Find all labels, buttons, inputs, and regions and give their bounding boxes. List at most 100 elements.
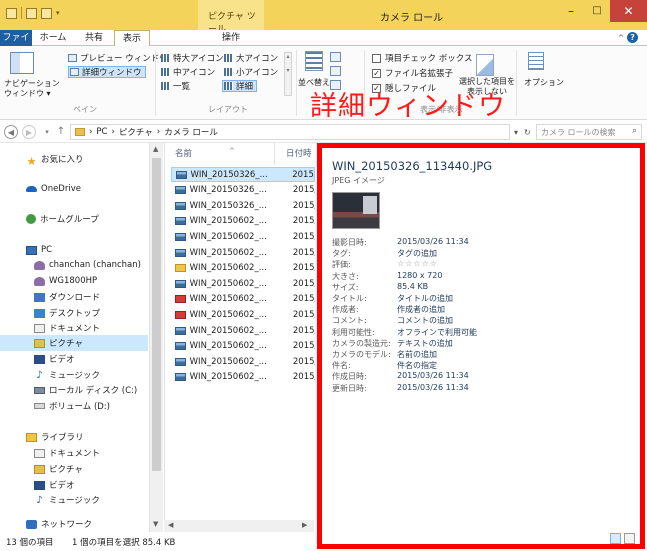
details-pane-button[interactable]: 詳細ウィンドウ (68, 66, 146, 78)
scrollbar-thumb[interactable] (152, 158, 161, 471)
nav-local-disk[interactable]: ローカル ディスク (C:) (0, 382, 148, 398)
property-value[interactable]: 2015/03/26 11:34 (397, 371, 469, 382)
sort-by-icon[interactable] (305, 51, 323, 71)
property-value[interactable]: テキストの追加 (397, 338, 453, 349)
nav-network[interactable]: ネットワーク (0, 516, 148, 532)
close-button[interactable]: ✕ (610, 0, 647, 22)
nav-videos[interactable]: ビデオ (0, 351, 148, 367)
help-button[interactable]: ^ ? (618, 32, 640, 43)
details-view-icon[interactable] (610, 533, 621, 544)
nav-libraries[interactable]: ライブラリ (0, 429, 148, 445)
property-value[interactable]: 1280 x 720 (397, 271, 442, 282)
layout-small-icons[interactable]: 小アイコン (224, 66, 278, 78)
property-value[interactable]: 2015/03/26 11:34 (397, 237, 469, 248)
nav-homegroup[interactable]: ホームグループ (0, 211, 148, 227)
property-value[interactable]: 85.4 KB (397, 282, 428, 293)
file-row[interactable]: WIN_20150602_... 2015/0 (171, 229, 315, 244)
address-dropdown-icon[interactable]: ▾ (514, 128, 518, 137)
properties-icon[interactable] (26, 7, 37, 19)
file-row[interactable]: WIN_20150602_... 2015/0 (171, 339, 315, 354)
nav-pc[interactable]: PC (0, 242, 148, 258)
nav-music[interactable]: ♪ ミュージック (0, 367, 148, 383)
breadcrumb-camera-roll[interactable]: カメラ ロール (164, 126, 218, 138)
file-row[interactable]: WIN_20150602_... 2015/0 (171, 370, 315, 385)
address-bar[interactable]: › PC › ピクチャ › カメラ ロール (70, 124, 510, 140)
nav-desktop[interactable]: デスクトップ (0, 305, 148, 321)
nav-lib-documents[interactable]: ドキュメント (0, 445, 148, 461)
navigation-scrollbar[interactable]: ▲ ▼ (149, 143, 163, 532)
nav-volume[interactable]: ボリューム (D:) (0, 398, 148, 414)
layout-list[interactable]: 一覧 (161, 80, 190, 92)
property-value[interactable]: タイトルの追加 (397, 293, 453, 304)
file-row[interactable]: WIN_20150602_... 2015/0 (171, 323, 315, 338)
file-extensions-toggle[interactable]: ✓ ファイル名拡張子 (372, 67, 453, 79)
property-value[interactable]: 件名の指定 (397, 360, 437, 371)
file-row[interactable]: WIN_20150602_... 2015/0 (171, 214, 315, 229)
file-row[interactable]: WIN_20150602_... 2015/0 (171, 354, 315, 369)
nav-downloads[interactable]: ダウンロード (0, 289, 148, 305)
layout-large-icons[interactable]: 大アイコン (224, 52, 278, 64)
checkbox[interactable] (372, 53, 381, 63)
breadcrumb-pc[interactable]: PC (96, 127, 107, 137)
chevron-up-icon[interactable]: ^ (618, 34, 624, 42)
up-button[interactable]: ↑ (54, 125, 68, 139)
minimize-button[interactable]: – (558, 0, 584, 22)
nav-onedrive[interactable]: OneDrive (0, 181, 148, 197)
tab-manage[interactable]: 操作 (208, 30, 254, 46)
property-value[interactable]: 2015/03/26 11:34 (397, 383, 469, 394)
large-icons-view-icon[interactable] (624, 533, 635, 544)
item-checkboxes-toggle[interactable]: 項目チェック ボックス (372, 52, 472, 64)
back-button[interactable]: ◀ (4, 125, 18, 139)
tab-home[interactable]: ホーム (34, 30, 72, 46)
scroll-left-arrow[interactable]: ◀ (168, 521, 173, 529)
file-list-horizontal-scrollbar[interactable]: ◀ ▶ (164, 520, 314, 532)
layout-medium-icons[interactable]: 中アイコン (161, 66, 215, 78)
help-icon[interactable]: ? (627, 32, 639, 43)
file-row[interactable]: WIN_20150602_... 2015/0 (171, 292, 315, 307)
file-row[interactable]: WIN_20150602_... 2015/0 (171, 261, 315, 276)
nav-lib-pictures[interactable]: ピクチャ (0, 461, 148, 477)
property-value[interactable]: コメントの追加 (397, 315, 453, 326)
property-value[interactable]: タグの追加 (397, 248, 437, 259)
preview-pane-button[interactable]: プレビュー ウィンドウ (68, 52, 168, 64)
tab-view[interactable]: 表示 (114, 30, 150, 46)
recent-locations-button[interactable]: ▾ (40, 125, 54, 139)
forward-button[interactable]: ▶ (22, 125, 36, 139)
layout-details[interactable]: 詳細 (222, 80, 258, 92)
layout-gallery-scroll[interactable]: ▴ ▾ (284, 52, 292, 96)
refresh-icon[interactable]: ↻ (524, 128, 531, 137)
nav-device[interactable]: WG1800HP (0, 273, 148, 289)
search-icon[interactable]: ⌕ (632, 126, 637, 136)
tab-share[interactable]: 共有 (76, 30, 112, 46)
nav-documents[interactable]: ドキュメント (0, 320, 148, 336)
file-row[interactable]: WIN_20150326_... 2015/0 (171, 198, 315, 213)
nav-favorites[interactable]: ★ お気に入り (0, 151, 148, 168)
nav-lib-music[interactable]: ♪ ミュージック (0, 492, 148, 508)
breadcrumb-pictures[interactable]: ピクチャ (119, 126, 153, 138)
scroll-right-arrow[interactable]: ▶ (302, 521, 307, 529)
group-by-icon[interactable] (330, 52, 341, 62)
navigation-pane-button[interactable]: ナビゲーション ウィンドウ ▾ (4, 79, 60, 99)
file-row[interactable]: WIN_20150602_... 2015/0 (171, 307, 315, 322)
file-row[interactable]: WIN_20150602_... 2015/0 (171, 276, 315, 291)
layout-extra-large-icons[interactable]: 特大アイコン (161, 52, 224, 64)
options-icon[interactable] (528, 52, 544, 70)
scroll-down-arrow[interactable]: ▼ (153, 520, 158, 528)
tab-file[interactable]: ファイル (0, 30, 32, 59)
add-columns-icon[interactable] (330, 66, 341, 76)
folder-icon[interactable] (6, 7, 17, 19)
property-value[interactable]: 名前の追加 (397, 349, 437, 360)
property-value[interactable]: ☆☆☆☆☆ (397, 259, 438, 270)
column-header-date[interactable]: 日付時 (286, 143, 315, 165)
new-folder-icon[interactable] (41, 7, 52, 19)
file-row[interactable]: WIN_20150326_... 2015/0 (171, 167, 315, 182)
nav-user[interactable]: chanchan (chanchan) (0, 257, 148, 273)
property-value[interactable]: オフラインで利用可能 (397, 327, 477, 338)
navigation-pane-icon[interactable] (10, 52, 34, 74)
scroll-up-arrow[interactable]: ▲ (153, 145, 158, 153)
options-button[interactable]: オプション (524, 77, 564, 88)
hide-selected-icon[interactable] (476, 54, 494, 76)
chevron-down-icon[interactable]: ▾ (56, 9, 60, 17)
column-header-name[interactable]: 名前 ^ (175, 143, 275, 165)
nav-pictures[interactable]: ピクチャ (0, 335, 148, 351)
